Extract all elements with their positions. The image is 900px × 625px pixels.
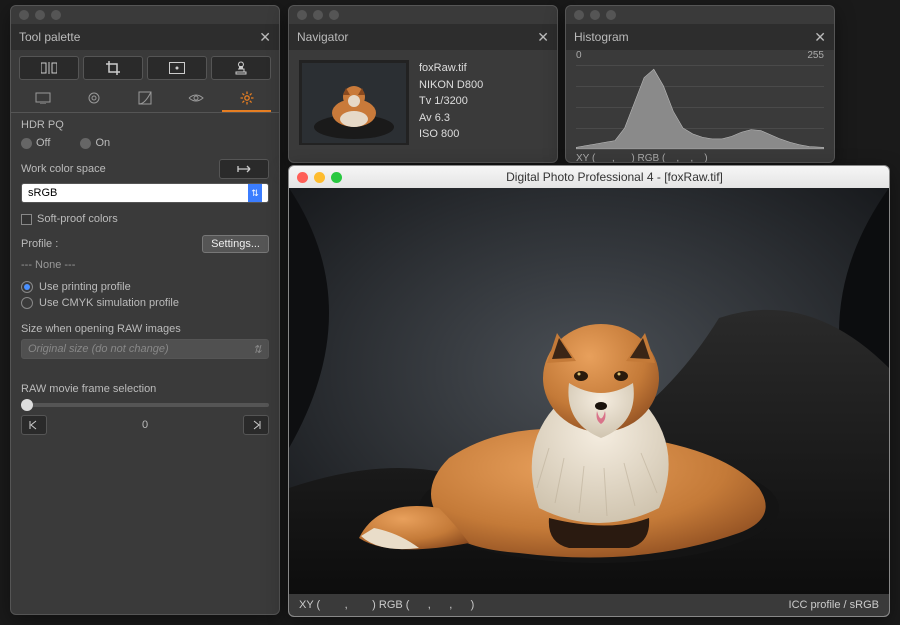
histogram-mac-titlebar: [566, 6, 834, 24]
image-status-bar: XY ( , ) RGB ( , , ) ICC profile / sRGB: [289, 594, 889, 616]
size-raw-label: Size when opening RAW images: [21, 323, 269, 335]
frame-value: 0: [142, 419, 148, 431]
tool-palette-panel: Tool palette ✕ HDR PQ Off On Work color …: [10, 5, 280, 615]
window-minimize-icon[interactable]: [314, 172, 325, 183]
navigator-mac-titlebar: [289, 6, 557, 24]
icc-profile-label: ICC profile / sRGB: [789, 599, 879, 611]
tool-palette-header: Tool palette ✕: [11, 24, 279, 50]
histogram-title: Histogram: [574, 30, 629, 44]
close-icon[interactable]: ✕: [259, 29, 271, 46]
window-close-dot[interactable]: [19, 10, 29, 20]
image-window: Digital Photo Professional 4 - [foxRaw.t…: [288, 165, 890, 617]
window-min-dot[interactable]: [35, 10, 45, 20]
tab-settings-gear-icon[interactable]: [222, 86, 271, 112]
image-canvas[interactable]: [289, 188, 889, 594]
size-raw-select: Original size (do not change)⇅: [21, 339, 269, 359]
window-close-dot[interactable]: [297, 10, 307, 20]
tab-curve-icon[interactable]: [121, 86, 170, 112]
nav-aperture: Av 6.3: [419, 110, 483, 127]
reset-color-space-button[interactable]: [219, 159, 269, 179]
window-min-dot[interactable]: [313, 10, 323, 20]
status-coordinates: XY ( , ) RGB ( , , ): [299, 599, 474, 611]
tool-frame-icon[interactable]: [147, 56, 207, 80]
frame-prev-button[interactable]: [21, 415, 47, 435]
nav-iso: ISO 800: [419, 126, 483, 143]
window-max-dot[interactable]: [329, 10, 339, 20]
settings-button[interactable]: Settings...: [202, 235, 269, 253]
navigator-info: foxRaw.tif NIKON D800 Tv 1/3200 Av 6.3 I…: [419, 60, 483, 145]
image-window-title: Digital Photo Professional 4 - [foxRaw.t…: [348, 170, 881, 184]
window-max-dot[interactable]: [606, 10, 616, 20]
tab-eye-icon[interactable]: [171, 86, 220, 112]
nav-filename: foxRaw.tif: [419, 60, 483, 77]
profile-none-text: --- None ---: [21, 259, 269, 271]
work-color-space-label: Work color space: [21, 163, 106, 175]
raw-movie-label: RAW movie frame selection: [21, 383, 269, 395]
window-close-icon[interactable]: [297, 172, 308, 183]
hist-min: 0: [576, 50, 582, 61]
tool-palette-mac-titlebar: [11, 6, 279, 24]
close-icon[interactable]: ✕: [537, 29, 549, 46]
histogram-chart: [576, 65, 824, 149]
histogram-panel: Histogram ✕ 0 255 XY ( , ) RGB ( , , ): [565, 5, 835, 163]
printing-profile-radio[interactable]: Use printing profile: [21, 281, 269, 293]
hist-max: 255: [807, 50, 824, 61]
tool-palette-title: Tool palette: [19, 30, 80, 44]
nav-shutter: Tv 1/3200: [419, 93, 483, 110]
image-window-titlebar: Digital Photo Professional 4 - [foxRaw.t…: [289, 166, 889, 188]
tab-lens-icon[interactable]: [70, 86, 119, 112]
tab-display-icon[interactable]: [19, 86, 68, 112]
work-color-space-select[interactable]: sRGB ⇅: [21, 183, 269, 203]
hdr-on-radio[interactable]: On: [80, 137, 110, 149]
close-icon[interactable]: ✕: [814, 29, 826, 46]
tool-crop-icon[interactable]: [83, 56, 143, 80]
cmyk-profile-radio[interactable]: Use CMYK simulation profile: [21, 297, 269, 309]
window-max-dot[interactable]: [51, 10, 61, 20]
window-close-dot[interactable]: [574, 10, 584, 20]
navigator-title: Navigator: [297, 30, 348, 44]
tool-compare-icon[interactable]: [19, 56, 79, 80]
navigator-thumbnail[interactable]: [299, 60, 409, 145]
window-min-dot[interactable]: [590, 10, 600, 20]
tool-stamp-icon[interactable]: [211, 56, 271, 80]
raw-movie-slider[interactable]: [21, 403, 269, 407]
soft-proof-checkbox[interactable]: Soft-proof colors: [21, 213, 118, 225]
hdr-pq-label: HDR PQ: [21, 119, 269, 131]
navigator-panel: Navigator ✕ foxRaw.tif NIKON D800 Tv 1/3…: [288, 5, 558, 163]
window-zoom-icon[interactable]: [331, 172, 342, 183]
frame-next-button[interactable]: [243, 415, 269, 435]
nav-camera: NIKON D800: [419, 77, 483, 94]
hdr-off-radio[interactable]: Off: [21, 137, 50, 149]
profile-label: Profile :: [21, 238, 58, 250]
hist-xy-readout: XY ( , ) RGB ( , , ): [576, 153, 708, 163]
